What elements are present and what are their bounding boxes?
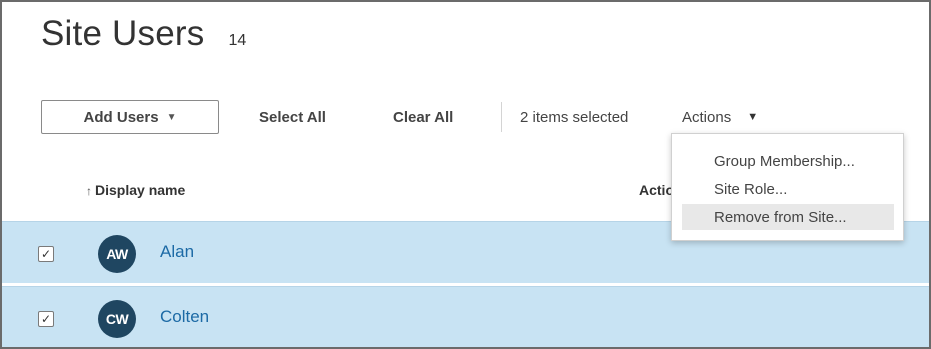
column-display-name-label: Display name (95, 182, 186, 198)
actions-label: Actions (682, 108, 732, 126)
caret-down-icon: ▼ (166, 111, 177, 123)
toolbar: Add Users ▼ Select All Clear All 2 items… (41, 100, 921, 136)
arrow-up-icon: ↑ (86, 184, 92, 198)
column-actions: Actions (639, 182, 671, 198)
avatar: AW (98, 235, 136, 273)
checkmark-icon: ✓ (40, 312, 52, 326)
checkmark-icon: ✓ (40, 247, 52, 261)
add-users-button[interactable]: Add Users ▼ (41, 100, 219, 134)
user-name-link[interactable]: Colten (160, 307, 209, 327)
column-display-name[interactable]: ↑ Display name (86, 182, 185, 198)
row-checkbox[interactable]: ✓ (38, 311, 54, 327)
add-users-label: Add Users (83, 108, 159, 126)
caret-down-icon: ▼ (747, 111, 759, 123)
toolbar-divider (501, 102, 502, 132)
select-all-button[interactable]: Select All (259, 100, 326, 134)
title-row: Site Users 14 (41, 14, 246, 54)
menu-item-remove-from-site[interactable]: Remove from Site... (682, 204, 894, 230)
avatar: CW (98, 300, 136, 338)
table-row[interactable]: ✓ CW Colten (2, 286, 929, 347)
clear-all-button[interactable]: Clear All (393, 100, 453, 134)
user-count-badge: 14 (228, 32, 247, 49)
row-checkbox[interactable]: ✓ (38, 246, 54, 262)
menu-item-site-role[interactable]: Site Role... (682, 176, 894, 202)
actions-menu: Group Membership... Site Role... Remove … (671, 133, 904, 241)
selection-status: 2 items selected (520, 108, 629, 126)
actions-dropdown[interactable]: Actions ▼ (682, 100, 758, 134)
menu-item-group-membership[interactable]: Group Membership... (682, 148, 894, 174)
page-title: Site Users (41, 14, 205, 53)
user-name-link[interactable]: Alan (160, 242, 194, 262)
site-users-panel: Site Users 14 Add Users ▼ Select All Cle… (0, 0, 931, 349)
